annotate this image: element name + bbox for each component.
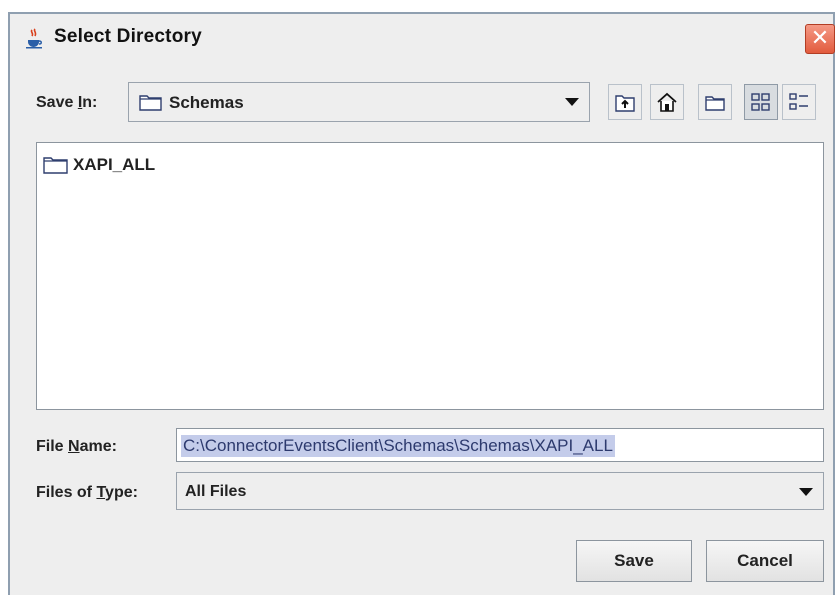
dialog-title: Select Directory: [54, 26, 202, 47]
details-view-button[interactable]: [782, 84, 816, 120]
files-of-type-label: Files of Type:: [36, 484, 138, 501]
chevron-down-icon: [799, 488, 813, 496]
up-one-level-button[interactable]: [608, 84, 642, 120]
chevron-down-icon: [565, 98, 579, 106]
details-view-icon: [789, 93, 808, 110]
save-in-combo[interactable]: Schemas: [128, 82, 590, 122]
select-directory-dialog: Select Directory ✕ Save In: Schemas XAPI…: [8, 12, 835, 595]
close-icon: ✕: [810, 26, 830, 51]
new-folder-button[interactable]: [698, 84, 732, 120]
file-name-label: File Name:: [36, 438, 117, 455]
new-folder-icon: [705, 96, 725, 111]
files-of-type-value: All Files: [185, 483, 247, 500]
title-bar[interactable]: Select Directory ✕: [10, 14, 835, 62]
file-name-value[interactable]: C:\ConnectorEventsClient\Schemas\Schemas…: [181, 435, 615, 457]
folder-icon: [139, 95, 162, 111]
list-view-button[interactable]: [744, 84, 778, 120]
home-button[interactable]: [650, 84, 684, 120]
list-item-label: XAPI_ALL: [73, 155, 156, 174]
save-in-label: Save In:: [36, 94, 98, 111]
home-icon: [657, 92, 677, 112]
file-name-field[interactable]: C:\ConnectorEventsClient\Schemas\Schemas…: [176, 428, 824, 462]
save-button[interactable]: Save: [576, 540, 692, 582]
save-in-value: Schemas: [169, 93, 244, 112]
cancel-button[interactable]: Cancel: [706, 540, 824, 582]
folder-icon: [43, 157, 68, 174]
files-of-type-combo[interactable]: All Files: [176, 472, 824, 510]
java-coffee-icon: [26, 28, 42, 49]
file-list[interactable]: XAPI_ALL: [36, 142, 824, 410]
list-view-icon: [751, 93, 770, 111]
up-one-level-icon: [615, 95, 635, 112]
close-button[interactable]: ✕: [805, 24, 835, 54]
